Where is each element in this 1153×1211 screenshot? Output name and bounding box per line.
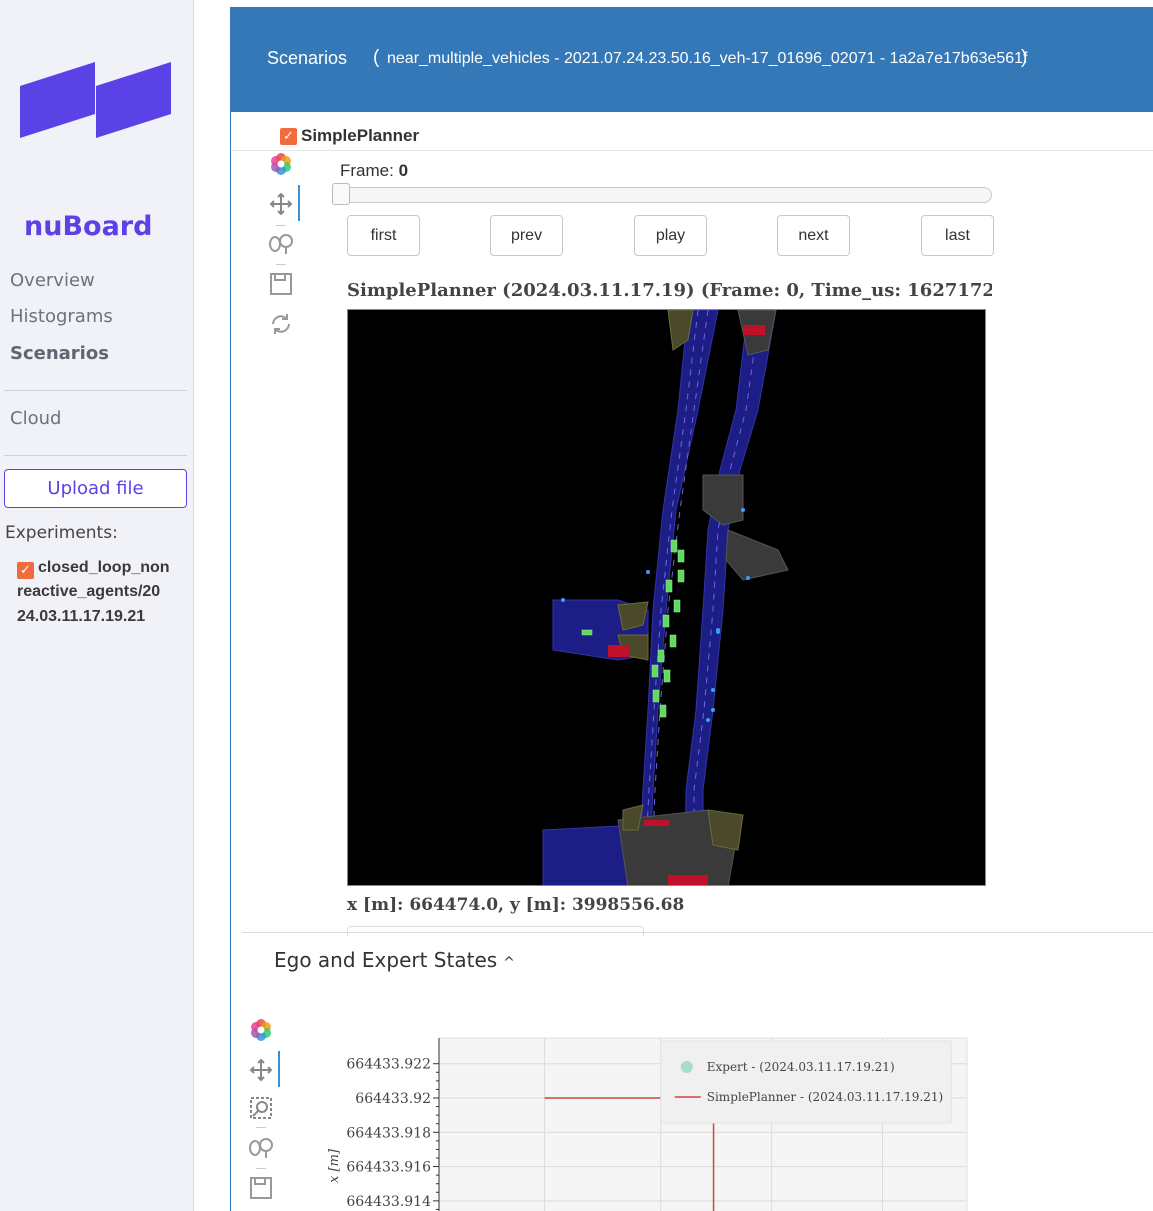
play-button[interactable]: play <box>634 215 707 256</box>
chart-ytick-label: 664433.92 <box>355 1091 431 1107</box>
ego-expert-states-toggle[interactable]: Ego and Expert States ^ <box>274 948 515 972</box>
nav-overview[interactable]: Overview <box>10 270 95 291</box>
last-button[interactable]: last <box>921 215 994 256</box>
sidebar-divider <box>4 455 187 456</box>
frame-label: Frame: 0 <box>340 161 408 181</box>
prev-button[interactable]: prev <box>490 215 563 256</box>
legend-expert-marker <box>680 1061 693 1073</box>
ego-expert-states-title: Ego and Expert States <box>274 948 498 972</box>
chart-ytick-label: 664433.914 <box>346 1194 431 1210</box>
experiment-label-line[interactable]: reactive_agents/20 <box>17 583 160 601</box>
frame-slider[interactable] <box>332 187 992 203</box>
header-title: Scenarios <box>267 48 348 68</box>
section-divider <box>242 932 1153 933</box>
reset-icon[interactable] <box>268 311 294 337</box>
nav-scenarios[interactable]: Scenarios <box>10 343 109 364</box>
planner-label[interactable]: SimplePlanner <box>301 126 419 146</box>
upload-file-button[interactable]: Upload file <box>4 469 187 508</box>
chart-ytick-label: 664433.918 <box>346 1125 431 1141</box>
scenario-map[interactable] <box>347 309 986 886</box>
legend-expert-label: Expert - (2024.03.11.17.19.21) <box>707 1060 895 1074</box>
chevron-up-icon: ^ <box>503 955 515 971</box>
save-icon[interactable] <box>268 271 294 297</box>
scenarios-header: Scenarios ( near_multiple_vehicles - 202… <box>231 7 1153 112</box>
collapsed-panel <box>347 926 644 936</box>
save-icon[interactable] <box>248 1175 274 1201</box>
chart-legend <box>660 1040 952 1124</box>
wheel-zoom-icon[interactable] <box>248 1135 274 1161</box>
scenario-name: near_multiple_vehicles - 2021.07.24.23.5… <box>387 50 1028 67</box>
box-zoom-icon[interactable] <box>248 1095 274 1121</box>
active-tool-indicator <box>298 185 300 221</box>
toolbar-separator <box>256 1168 266 1169</box>
header-paren-open: ( <box>373 47 380 68</box>
bokeh-logo-icon[interactable] <box>248 1017 274 1043</box>
nuplan-logo-icon <box>20 62 171 138</box>
experiment-label-line[interactable]: closed_loop_non <box>38 559 170 577</box>
frame-value: 0 <box>398 161 409 180</box>
experiment-checkbox[interactable]: ✓ <box>17 562 34 579</box>
wheel-zoom-icon[interactable] <box>268 231 294 257</box>
toolbar-separator <box>276 264 286 265</box>
sidebar: nuBoard Overview Histograms Scenarios Cl… <box>0 0 194 1211</box>
sidebar-divider <box>4 390 187 391</box>
pan-icon[interactable] <box>248 1057 274 1083</box>
experiment-label-line[interactable]: 24.03.11.17.19.21 <box>17 608 145 626</box>
chart-ylabel: x [m] <box>327 1148 342 1183</box>
nav-cloud[interactable]: Cloud <box>10 408 61 429</box>
map-road-polygons <box>542 310 789 885</box>
pan-icon[interactable] <box>268 191 294 217</box>
bokeh-logo-icon[interactable] <box>268 151 294 177</box>
chart-ytick-label: 664433.922 <box>346 1057 431 1073</box>
planner-row-divider <box>231 150 1153 151</box>
experiments-label: Experiments: <box>5 523 118 543</box>
next-button[interactable]: next <box>777 215 850 256</box>
header-paren-close: ) <box>1021 47 1028 68</box>
toolbar-separator <box>276 225 286 226</box>
nav-histograms[interactable]: Histograms <box>10 306 113 327</box>
ego-expert-chart[interactable]: 664433.922 664433.92 664433.918 664433.916 6… <box>322 1028 982 1211</box>
frame-slider-handle[interactable] <box>332 183 350 205</box>
planner-checkbox[interactable]: ✓ <box>280 128 297 145</box>
map-plot-title: SimplePlanner (2024.03.11.17.19) (Frame:… <box>347 280 992 301</box>
frame-label-text: Frame: <box>340 161 394 180</box>
first-button[interactable]: first <box>347 215 420 256</box>
active-tool-indicator <box>278 1051 280 1087</box>
toolbar-separator <box>256 1127 266 1128</box>
cursor-coordinates: x [m]: 664474.0, y [m]: 3998556.68 <box>347 895 685 915</box>
chart-ytick-label: 664433.916 <box>346 1160 431 1176</box>
app-title: nuBoard <box>24 211 153 242</box>
scenarios-panel: Scenarios ( near_multiple_vehicles - 202… <box>230 7 1153 1211</box>
legend-simpleplanner-label: SimplePlanner - (2024.03.11.17.19.21) <box>707 1090 943 1104</box>
